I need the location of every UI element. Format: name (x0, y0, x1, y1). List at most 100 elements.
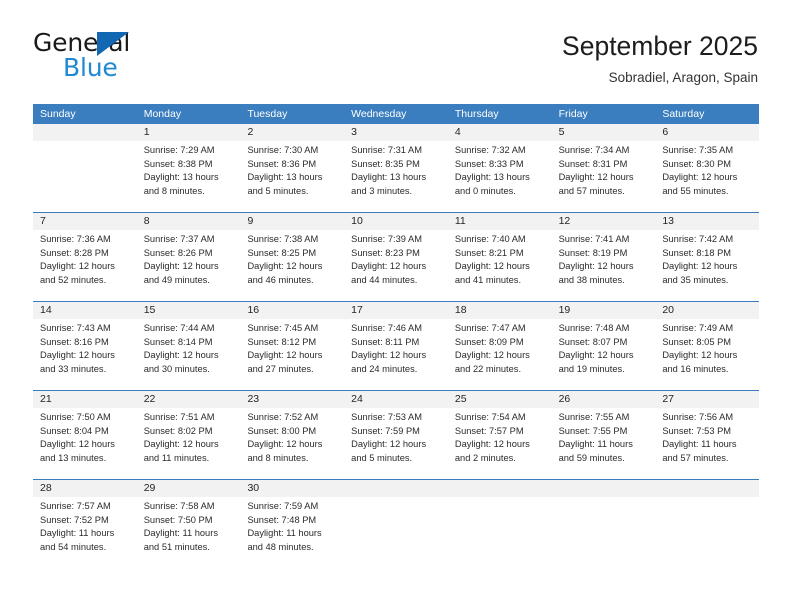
day-number-11[interactable]: 11 (448, 213, 552, 230)
day-number-10[interactable]: 10 (344, 213, 448, 230)
day-cell-24[interactable]: Sunrise: 7:53 AM Sunset: 7:59 PM Daylight:… (344, 408, 448, 479)
day-cell-21[interactable]: Sunrise: 7:50 AM Sunset: 8:04 PM Daylight:… (33, 408, 137, 479)
day-cell-empty (448, 497, 552, 570)
day-detail-line: Sunset: 8:05 PM (662, 336, 732, 347)
day-cell-3[interactable]: Sunrise: 7:31 AM Sunset: 8:35 PM Daylight:… (344, 141, 448, 212)
day-cell-10[interactable]: Sunrise: 7:39 AM Sunset: 8:23 PM Daylight:… (344, 230, 448, 301)
day-detail-line: and 38 minutes. (558, 274, 625, 285)
day-number-3[interactable]: 3 (344, 124, 448, 141)
day-detail-line: Daylight: 12 hours (558, 350, 634, 361)
day-detail-line: Sunrise: 7:34 AM (558, 145, 630, 155)
day-cell-7[interactable]: Sunrise: 7:36 AM Sunset: 8:28 PM Daylight:… (33, 230, 137, 301)
day-number-18[interactable]: 18 (448, 302, 552, 319)
brand-logo[interactable]: General Blue (33, 28, 263, 84)
day-detail-line: Daylight: 12 hours (247, 261, 323, 272)
day-detail-line: Sunrise: 7:44 AM (143, 323, 215, 333)
day-number-26[interactable]: 26 (552, 391, 656, 408)
day-detail-line: Sunset: 8:02 PM (143, 425, 213, 436)
day-number-13[interactable]: 13 (655, 213, 759, 230)
day-detail-line: Sunrise: 7:53 AM (351, 412, 422, 422)
day-cell-8[interactable]: Sunrise: 7:37 AM Sunset: 8:26 PM Daylight:… (137, 230, 241, 301)
day-cell-27[interactable]: Sunrise: 7:56 AM Sunset: 7:53 PM Daylight:… (655, 408, 759, 479)
day-cell-18[interactable]: Sunrise: 7:47 AM Sunset: 8:09 PM Daylight:… (448, 319, 552, 390)
day-detail-line: Daylight: 12 hours (454, 350, 530, 361)
day-detail-line: Daylight: 12 hours (40, 439, 115, 450)
day-detail-line: and 5 minutes. (351, 452, 413, 463)
day-number-16[interactable]: 16 (240, 302, 344, 319)
day-cell-15[interactable]: Sunrise: 7:44 AM Sunset: 8:14 PM Daylight:… (137, 319, 241, 390)
day-number-empty (552, 480, 656, 497)
day-number-5[interactable]: 5 (552, 124, 656, 141)
day-cell-4[interactable]: Sunrise: 7:32 AM Sunset: 8:33 PM Daylight:… (448, 141, 552, 212)
day-cell-23[interactable]: Sunrise: 7:52 AM Sunset: 8:00 PM Daylight:… (240, 408, 344, 479)
day-cell-30[interactable]: Sunrise: 7:59 AM Sunset: 7:48 PM Daylight:… (240, 497, 344, 570)
day-cell-2[interactable]: Sunrise: 7:30 AM Sunset: 8:36 PM Daylight:… (240, 141, 344, 212)
day-detail-line: Daylight: 12 hours (558, 172, 634, 183)
day-detail-line: and 8 minutes. (247, 452, 309, 463)
day-detail-line: Sunset: 7:59 PM (351, 425, 420, 436)
day-detail-line: and 59 minutes. (558, 452, 625, 463)
day-detail-line: Sunrise: 7:57 AM (40, 501, 111, 511)
day-cell-26[interactable]: Sunrise: 7:55 AM Sunset: 7:55 PM Daylight:… (552, 408, 656, 479)
day-number-24[interactable]: 24 (344, 391, 448, 408)
day-detail-line: Sunrise: 7:43 AM (40, 323, 111, 333)
day-detail-line: Daylight: 13 hours (247, 172, 323, 183)
day-number-6[interactable]: 6 (655, 124, 759, 141)
day-cell-14[interactable]: Sunrise: 7:43 AM Sunset: 8:16 PM Daylight:… (33, 319, 137, 390)
day-cell-6[interactable]: Sunrise: 7:35 AM Sunset: 8:30 PM Daylight:… (655, 141, 759, 212)
day-number-28[interactable]: 28 (33, 480, 137, 497)
day-number-14[interactable]: 14 (33, 302, 137, 319)
day-cell-9[interactable]: Sunrise: 7:38 AM Sunset: 8:25 PM Daylight:… (240, 230, 344, 301)
day-detail-line: Sunrise: 7:45 AM (247, 323, 319, 333)
day-cell-28[interactable]: Sunrise: 7:57 AM Sunset: 7:52 PM Daylight:… (33, 497, 137, 570)
day-detail-line: and 5 minutes. (247, 185, 309, 196)
day-number-29[interactable]: 29 (137, 480, 241, 497)
day-detail-line: Sunrise: 7:39 AM (351, 234, 422, 244)
day-cell-17[interactable]: Sunrise: 7:46 AM Sunset: 8:11 PM Daylight:… (344, 319, 448, 390)
day-cell-13[interactable]: Sunrise: 7:42 AM Sunset: 8:18 PM Daylight:… (655, 230, 759, 301)
day-cell-16[interactable]: Sunrise: 7:45 AM Sunset: 8:12 PM Daylight:… (240, 319, 344, 390)
day-detail-line: Sunset: 8:00 PM (247, 425, 317, 436)
day-number-1[interactable]: 1 (137, 124, 241, 141)
day-cell-19[interactable]: Sunrise: 7:48 AM Sunset: 8:07 PM Daylight:… (552, 319, 656, 390)
day-detail-line: Sunset: 8:33 PM (454, 158, 524, 169)
day-cell-empty (552, 497, 656, 570)
calendar-week-row: 14 15 16 17 18 19 20 Sunrise: 7:43 AM Sunset: 8:… (33, 301, 759, 390)
day-number-27[interactable]: 27 (655, 391, 759, 408)
week-daynumber-row: 14 15 16 17 18 19 20 (33, 302, 759, 319)
week-content-row: Sunrise: 7:29 AM Sunset: 8:38 PM Daylight:… (33, 141, 759, 212)
day-number-25[interactable]: 25 (448, 391, 552, 408)
weekday-header-tuesday: Tuesday (247, 108, 288, 120)
day-number-19[interactable]: 19 (552, 302, 656, 319)
day-number-12[interactable]: 12 (552, 213, 656, 230)
day-detail-line: Sunset: 8:38 PM (143, 158, 213, 169)
day-cell-11[interactable]: Sunrise: 7:40 AM Sunset: 8:21 PM Daylight:… (448, 230, 552, 301)
day-detail-line: Daylight: 12 hours (247, 439, 323, 450)
day-number-22[interactable]: 22 (137, 391, 241, 408)
day-number-8[interactable]: 8 (137, 213, 241, 230)
day-number-17[interactable]: 17 (344, 302, 448, 319)
day-number-7[interactable]: 7 (33, 213, 137, 230)
day-cell-29[interactable]: Sunrise: 7:58 AM Sunset: 7:50 PM Daylight:… (137, 497, 241, 570)
day-detail-line: and 30 minutes. (143, 363, 210, 374)
day-number-15[interactable]: 15 (137, 302, 241, 319)
day-number-2[interactable]: 2 (240, 124, 344, 141)
day-number-30[interactable]: 30 (240, 480, 344, 497)
day-cell-22[interactable]: Sunrise: 7:51 AM Sunset: 8:02 PM Daylight:… (137, 408, 241, 479)
day-number-20[interactable]: 20 (655, 302, 759, 319)
day-detail-line: Daylight: 12 hours (143, 350, 219, 361)
day-number-9[interactable]: 9 (240, 213, 344, 230)
week-content-row: Sunrise: 7:57 AM Sunset: 7:52 PM Daylight:… (33, 497, 759, 570)
day-cell-5[interactable]: Sunrise: 7:34 AM Sunset: 8:31 PM Daylight:… (552, 141, 656, 212)
day-number-4[interactable]: 4 (448, 124, 552, 141)
day-cell-12[interactable]: Sunrise: 7:41 AM Sunset: 8:19 PM Daylight:… (552, 230, 656, 301)
day-number-23[interactable]: 23 (240, 391, 344, 408)
day-cell-20[interactable]: Sunrise: 7:49 AM Sunset: 8:05 PM Daylight:… (655, 319, 759, 390)
day-number-21[interactable]: 21 (33, 391, 137, 408)
calendar-page: General Blue September 2025 Sobradiel, A… (0, 0, 792, 612)
day-cell-25[interactable]: Sunrise: 7:54 AM Sunset: 7:57 PM Daylight:… (448, 408, 552, 479)
day-detail-line: Daylight: 12 hours (143, 439, 219, 450)
page-subtitle: Sobradiel, Aragon, Spain (608, 70, 758, 85)
day-cell-1[interactable]: Sunrise: 7:29 AM Sunset: 8:38 PM Daylight:… (137, 141, 241, 212)
day-detail-line: Sunrise: 7:41 AM (558, 234, 630, 244)
